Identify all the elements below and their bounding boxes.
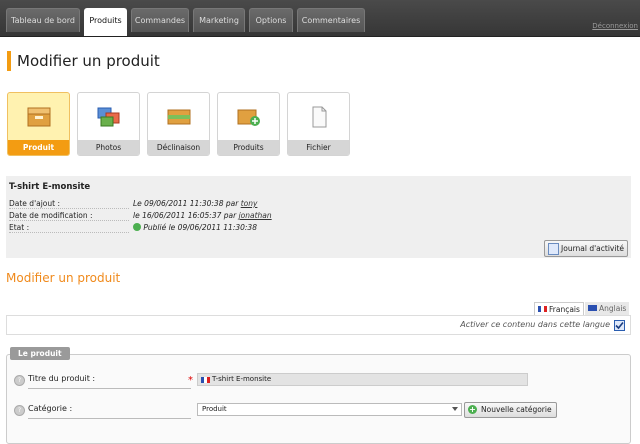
section-fichier[interactable]: Fichier [287, 92, 350, 156]
category-label: Catégorie : [28, 404, 73, 413]
activate-language-box: Activer ce contenu dans cette langue [6, 315, 631, 335]
modified-label: Date de modification : [9, 211, 129, 221]
category-select[interactable]: Produit [197, 403, 462, 416]
new-category-button[interactable]: + Nouvelle catégorie [464, 402, 557, 418]
title-input[interactable]: T-shirt E-monsite [197, 373, 528, 386]
product-name: T-shirt E-monsite [9, 182, 91, 192]
tab-commentaires[interactable]: Commentaires [297, 8, 365, 32]
title-value: T-shirt E-monsite [212, 375, 272, 383]
added-user-link[interactable]: tony [241, 199, 258, 208]
added-value: Le 09/06/2011 11:30:38 par tony [133, 199, 257, 208]
journal-label: Journal d'activité [561, 244, 624, 253]
section-produits-associes[interactable]: Produits associés [217, 92, 280, 156]
section-declinaison[interactable]: Déclinaison [147, 92, 210, 156]
section-produit[interactable]: Produit [7, 92, 70, 156]
tab-marketing[interactable]: Marketing [193, 8, 245, 32]
help-icon[interactable]: ? [14, 405, 25, 416]
fieldset-legend: Le produit [10, 347, 70, 360]
field-divider [28, 388, 191, 389]
section-label: Produits associés [218, 140, 279, 155]
published-icon [133, 223, 141, 231]
lang-tab-anglais[interactable]: Anglais [585, 302, 630, 315]
journal-button[interactable]: Journal d'activité [544, 240, 628, 257]
title-label: Titre du produit : [28, 374, 96, 383]
check-icon [615, 321, 624, 330]
page-title-wrap: Modifier un produit [7, 51, 160, 71]
status-label: Etat : [9, 223, 129, 233]
french-flag-icon [201, 377, 210, 383]
field-divider [28, 418, 191, 419]
tab-commandes[interactable]: Commandes [131, 8, 189, 32]
uk-flag-icon [588, 305, 597, 311]
tab-tableau-de-bord[interactable]: Tableau de bord [6, 8, 80, 32]
new-category-label: Nouvelle catégorie [481, 405, 552, 414]
page-title: Modifier un produit [17, 52, 160, 70]
status-value: Publié le 09/06/2011 11:30:38 [133, 223, 257, 232]
plus-icon: + [468, 405, 477, 414]
lang-label: Anglais [599, 304, 627, 313]
section-label: Déclinaison [148, 140, 209, 155]
status-text: Publié le 09/06/2011 11:30:38 [143, 223, 257, 232]
top-nav-bar: Tableau de bord Produits Commandes Marke… [0, 0, 640, 37]
section-label: Photos [78, 140, 139, 155]
section-title: Modifier un produit [6, 271, 121, 285]
section-label: Produit [8, 140, 69, 155]
french-flag-icon [538, 306, 547, 312]
added-label: Date d'ajout : [9, 199, 129, 209]
modified-date: le 16/06/2011 16:05:37 par [133, 211, 237, 220]
required-star: * [188, 375, 193, 386]
chevron-down-icon [452, 407, 458, 411]
file-icon [306, 106, 332, 130]
journal-icon [548, 243, 560, 255]
lang-label: Français [549, 305, 580, 314]
variations-icon [166, 106, 192, 130]
added-date: Le 09/06/2011 11:30:38 par [133, 199, 239, 208]
modified-value: le 16/06/2011 16:05:37 par jonathan [133, 211, 272, 220]
related-products-icon [236, 106, 262, 130]
product-info-box: T-shirt E-monsite Date d'ajout : Le 09/0… [6, 176, 631, 258]
activate-checkbox[interactable] [614, 320, 625, 331]
help-icon[interactable]: ? [14, 375, 25, 386]
product-box-icon [26, 106, 52, 130]
section-label: Fichier [288, 140, 349, 155]
lang-tab-francais[interactable]: Français [534, 302, 584, 316]
photos-icon [96, 106, 122, 130]
category-value: Produit [202, 405, 227, 413]
tab-options[interactable]: Options [249, 8, 293, 32]
logout-link[interactable]: Déconnexion [592, 22, 638, 30]
section-photos[interactable]: Photos [77, 92, 140, 156]
activate-label: Activer ce contenu dans cette langue [460, 320, 610, 329]
tab-produits[interactable]: Produits [84, 8, 127, 36]
modified-user-link[interactable]: jonathan [239, 211, 272, 220]
